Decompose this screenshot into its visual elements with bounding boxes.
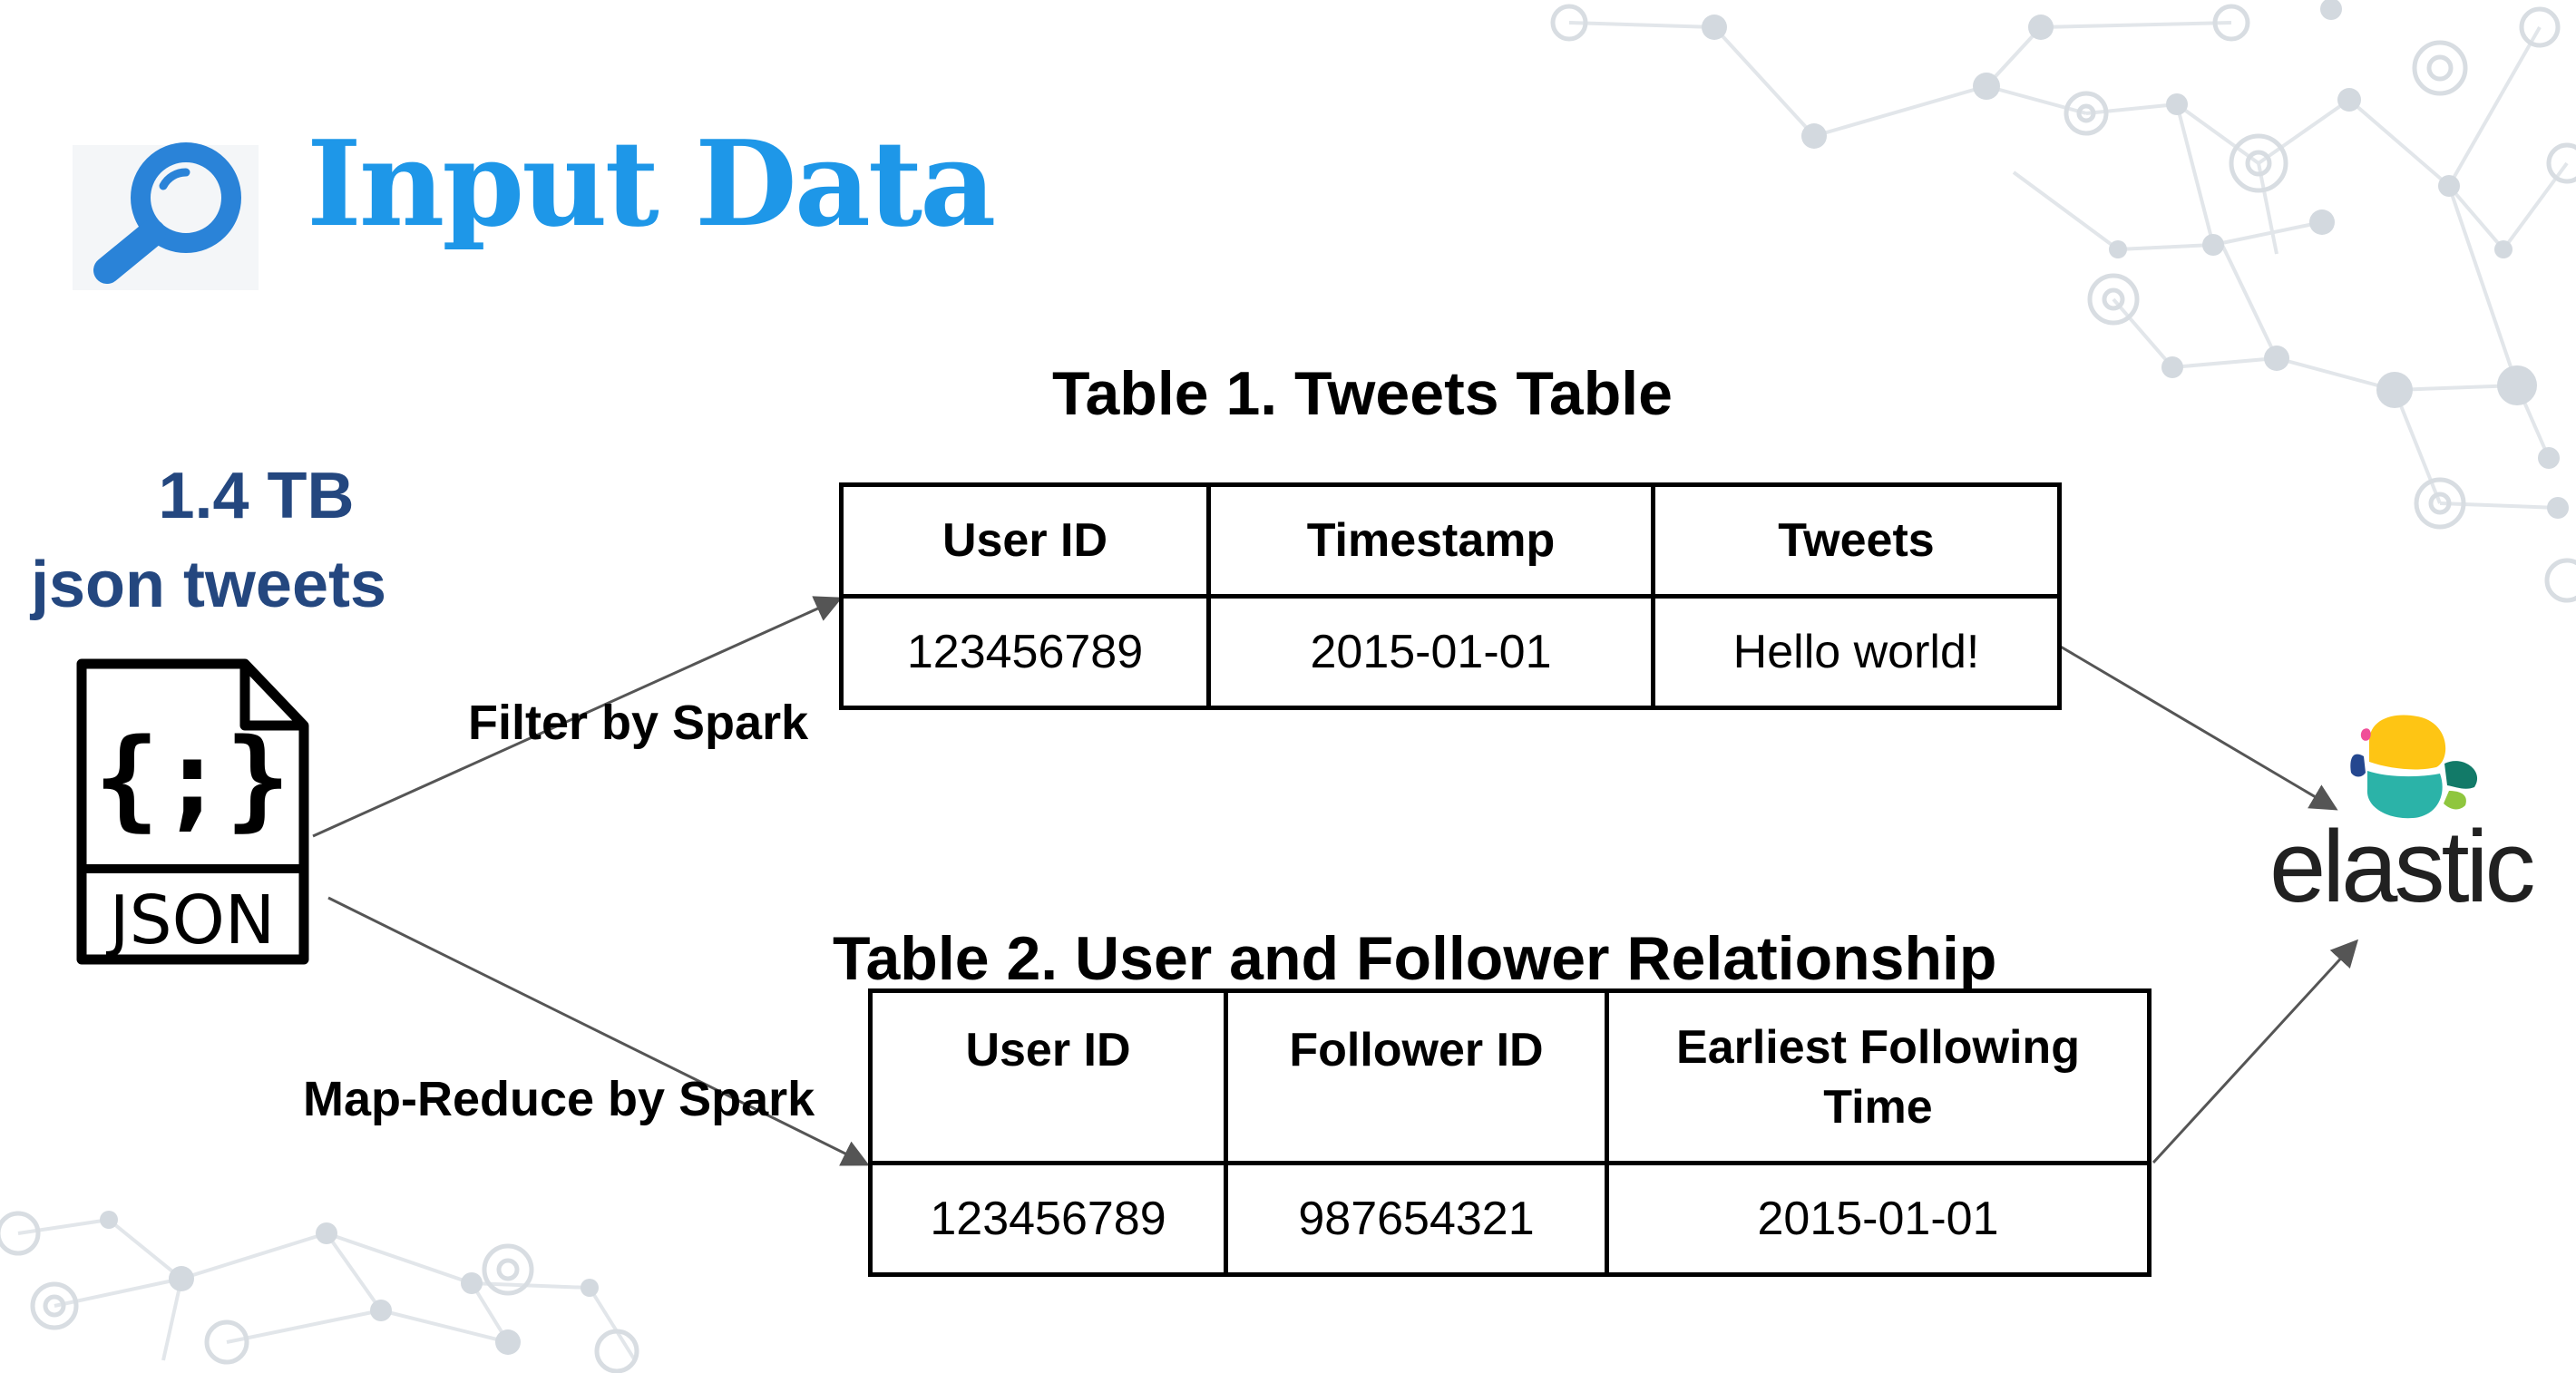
elastic-logo-mark (2350, 715, 2478, 819)
elastic-logo-icon (2350, 715, 2478, 819)
elastic-wordmark: elastic (2269, 810, 2535, 923)
